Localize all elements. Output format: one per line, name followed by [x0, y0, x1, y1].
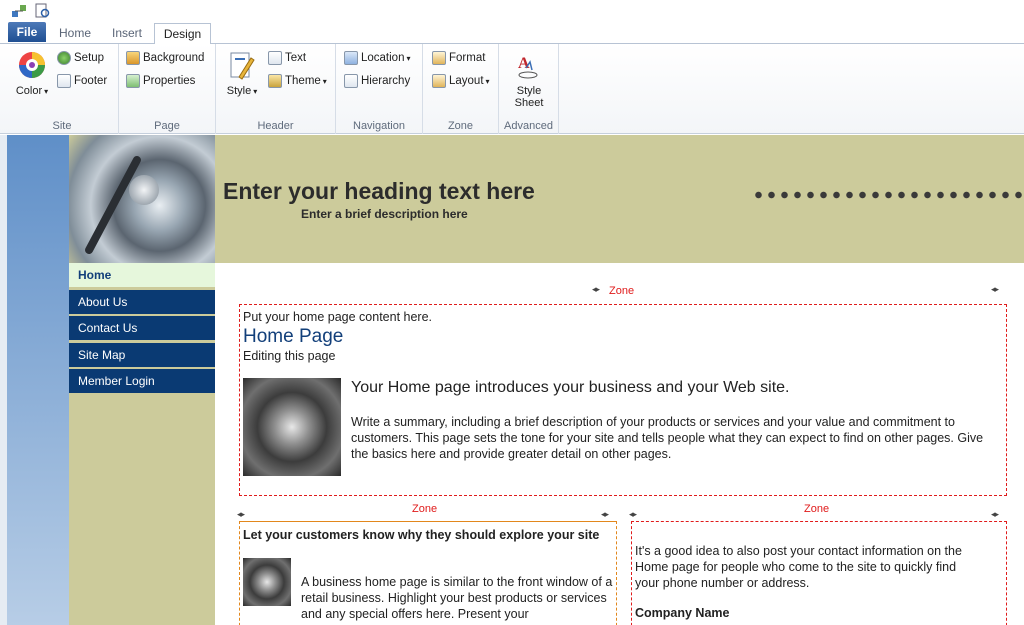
zone-resize-handle-icon[interactable]: [991, 509, 998, 520]
nav-item-site-map[interactable]: Site Map: [69, 342, 215, 368]
setup-icon: [57, 51, 71, 65]
properties-icon: [126, 74, 140, 88]
group-label-site: Site: [52, 120, 72, 132]
style-sheet-label-line2: Sheet: [514, 97, 544, 109]
tab-file[interactable]: File: [8, 22, 46, 42]
background-button[interactable]: Background: [126, 51, 204, 65]
right-zone-body: It's a good idea to also post your conta…: [635, 544, 962, 590]
left-gradient-strip: [0, 135, 69, 625]
lead-text: Your Home page introduces your business …: [351, 379, 790, 396]
format-icon: [432, 51, 446, 65]
layout-button[interactable]: Layout: [432, 74, 490, 88]
site-description[interactable]: Enter a brief description here: [301, 207, 468, 221]
gear-image[interactable]: [243, 378, 341, 476]
group-navigation: Location Hierarchy Navigation: [336, 44, 423, 134]
summary-text: Write a summary, including a brief descr…: [351, 415, 984, 461]
group-label-advanced: Advanced: [504, 120, 553, 132]
nav-item-about-us[interactable]: About Us: [69, 289, 215, 315]
color-wheel-icon: [19, 52, 45, 78]
hierarchy-icon: [344, 74, 358, 88]
group-advanced: A Style Sheet Advanced: [499, 44, 559, 134]
properties-button[interactable]: Properties: [126, 74, 195, 88]
intro-text: Put your home page content here.: [243, 310, 433, 324]
color-label: Color: [10, 85, 54, 97]
left-zone[interactable]: Let your customers know why they should …: [239, 521, 617, 625]
tab-insert[interactable]: Insert: [106, 23, 148, 44]
group-label-header: Header: [257, 120, 294, 132]
zone-label: Zone: [412, 503, 438, 515]
left-zone-heading: Let your customers know why they should …: [243, 528, 600, 542]
propeller-hub: [129, 175, 159, 205]
style-label: Style: [224, 85, 260, 97]
style-sheet-button[interactable]: A Style Sheet: [511, 50, 547, 109]
group-page: Background Properties Page: [119, 44, 216, 134]
group-header: Style Text Theme Header: [216, 44, 336, 134]
zone-move-handle-icon[interactable]: [237, 509, 244, 520]
main-zone[interactable]: Put your home page content here. Home Pa…: [239, 304, 1007, 496]
layout-icon: [432, 74, 446, 88]
location-button[interactable]: Location: [344, 51, 411, 65]
theme-button[interactable]: Theme: [268, 74, 327, 88]
right-zone[interactable]: It's a good idea to also post your conta…: [631, 521, 1007, 625]
site-banner: Enter your heading text here Enter a bri…: [69, 135, 1024, 263]
content-area: Zone Put your home page content here. Ho…: [215, 263, 1024, 625]
group-label-navigation: Navigation: [353, 120, 405, 132]
group-label-page: Page: [154, 120, 180, 132]
style-button[interactable]: Style: [224, 50, 260, 97]
color-button[interactable]: Color: [10, 50, 54, 97]
hierarchy-button[interactable]: Hierarchy: [344, 74, 410, 88]
preview-icon[interactable]: [34, 3, 50, 19]
network-icon[interactable]: [11, 3, 27, 19]
theme-icon: [268, 74, 282, 88]
airplane-photo[interactable]: [69, 135, 215, 263]
tab-home[interactable]: Home: [56, 23, 94, 44]
zone-move-handle-icon[interactable]: [629, 509, 636, 520]
location-icon: [344, 51, 358, 65]
ribbon: Color Setup Footer Site Background Prope…: [0, 44, 1024, 134]
quick-access-toolbar: [0, 0, 1024, 22]
nav-item-contact-us[interactable]: Contact Us: [69, 316, 215, 341]
style-brush-icon: [230, 52, 255, 80]
text-icon: [268, 51, 282, 65]
page-title: Home Page: [243, 326, 344, 347]
nav-item-home[interactable]: Home: [69, 263, 215, 288]
text-button[interactable]: Text: [268, 51, 306, 65]
site-heading[interactable]: Enter your heading text here: [223, 178, 535, 205]
footer-button[interactable]: Footer: [57, 74, 107, 88]
tab-design[interactable]: Design: [154, 23, 211, 45]
editing-text: Editing this page: [243, 349, 336, 363]
style-sheet-label-line1: Style: [516, 85, 542, 97]
site-navigation: Home About Us Contact Us Site Map Member…: [69, 263, 215, 625]
zone-move-handle-icon[interactable]: [592, 284, 599, 295]
dotted-decoration: [752, 190, 1024, 200]
group-site: Color Setup Footer Site: [6, 44, 119, 134]
company-name: Company Name: [635, 606, 730, 620]
nav-item-member-login[interactable]: Member Login: [69, 369, 215, 394]
background-icon: [126, 51, 140, 65]
zone-label: Zone: [804, 503, 830, 515]
setup-button[interactable]: Setup: [57, 51, 104, 65]
zone-label: Zone: [609, 285, 635, 297]
group-label-zone: Zone: [447, 120, 474, 132]
propeller-shape: [83, 154, 143, 256]
ribbon-tabs: File Home Insert Design: [0, 20, 1024, 45]
zone-resize-handle-icon[interactable]: [991, 284, 998, 295]
group-zone: Format Layout Zone: [423, 44, 499, 134]
left-zone-body: A business home page is similar to the f…: [301, 575, 613, 621]
format-button[interactable]: Format: [432, 51, 485, 65]
footer-icon: [57, 74, 71, 88]
gear-thumbnail[interactable]: [243, 558, 291, 606]
zone-resize-handle-icon[interactable]: [601, 509, 608, 520]
window-edge: [0, 135, 7, 625]
style-sheet-icon: A: [518, 55, 538, 79]
